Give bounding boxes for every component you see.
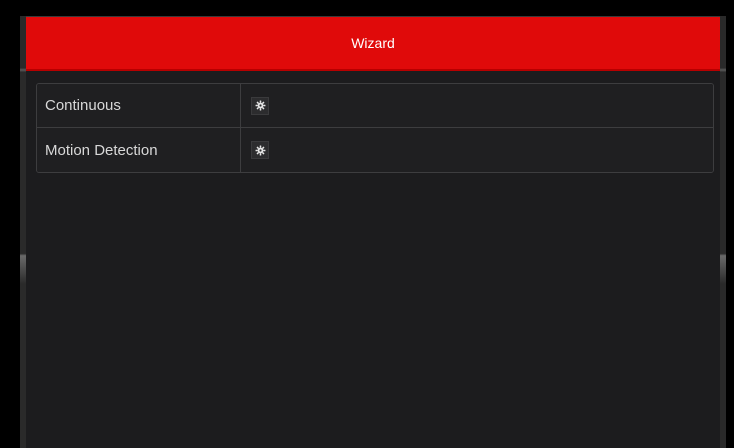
gear-icon <box>255 145 265 155</box>
row-label: Motion Detection <box>37 128 241 172</box>
dialog-content: Continuous Motion Detection <box>26 71 720 173</box>
table-row-continuous: Continuous <box>37 84 713 128</box>
dialog-titlebar: Wizard <box>26 17 720 71</box>
gear-icon <box>255 100 265 111</box>
wizard-dialog: Wizard Continuous Motion Detection <box>26 16 720 448</box>
row-action-cell <box>241 84 713 127</box>
table-row-motion-detection: Motion Detection <box>37 128 713 172</box>
screen: Wizard Continuous Motion Detection <box>0 0 734 448</box>
right-edge-strip <box>720 16 726 448</box>
row-label: Continuous <box>37 84 241 127</box>
dialog-title: Wizard <box>351 35 395 51</box>
row-action-cell <box>241 128 713 172</box>
motion-detection-settings-button[interactable] <box>251 141 269 159</box>
continuous-settings-button[interactable] <box>251 96 269 115</box>
record-type-table: Continuous Motion Detection <box>36 83 714 173</box>
